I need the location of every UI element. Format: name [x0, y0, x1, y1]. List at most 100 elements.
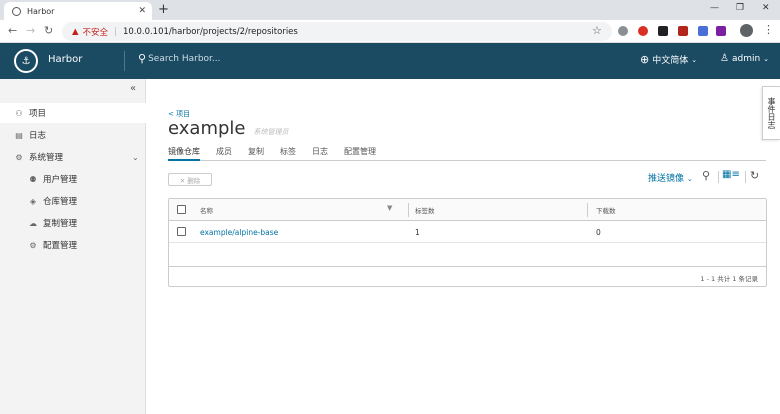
sidebar-item-label: 配置管理: [43, 241, 78, 251]
refresh-icon[interactable]: ↻: [750, 169, 759, 182]
sidebar-item-projects[interactable]: ⚇ 项目: [0, 103, 146, 123]
sidebar-item-label: 用户管理: [43, 175, 78, 185]
browser-tab-title: Harbor: [27, 6, 55, 16]
column-name-header[interactable]: 名称: [200, 205, 213, 215]
forward-icon[interactable]: →: [26, 24, 35, 37]
filter-icon[interactable]: ▼: [387, 204, 392, 212]
language-selector[interactable]: ⊕ 中文简体 ⌄: [640, 53, 697, 66]
globe-icon: ⊕: [640, 53, 650, 66]
project-name: example: [168, 118, 246, 139]
extension-dark-icon[interactable]: [658, 26, 668, 36]
sidebar: « ⚇ 项目 ▤ 日志 ⚙ 系统管理 ⌄ ⚉ 用户管理 ◈ 仓库管理 ☁ 复制管…: [0, 79, 146, 414]
tab-logs[interactable]: 日志: [312, 145, 328, 161]
sidebar-item-label: 日志: [29, 131, 47, 141]
browser-tab-bar: Harbor ✕ + — ❐ ✕: [0, 0, 780, 20]
table-row[interactable]: example/alpine-base 1 0: [169, 221, 766, 243]
pagination-summary: 1 - 1 共计 1 条记录: [700, 275, 758, 283]
new-tab-button[interactable]: +: [158, 2, 169, 18]
row-checkbox[interactable]: [177, 227, 186, 236]
repository-link[interactable]: example/alpine-base: [200, 228, 278, 237]
sidebar-item-config[interactable]: ⚙ 配置管理: [28, 235, 77, 255]
tab-labels[interactable]: 标签: [280, 145, 296, 161]
collapse-sidebar-icon[interactable]: «: [130, 83, 136, 94]
back-icon[interactable]: ←: [8, 24, 17, 37]
reload-icon[interactable]: ↻: [44, 24, 53, 37]
harbor-logo-icon[interactable]: ⚓: [14, 49, 38, 73]
maximize-button[interactable]: ❐: [736, 3, 744, 13]
tab-configuration[interactable]: 配置管理: [344, 145, 376, 161]
extension-purple-icon[interactable]: [716, 26, 726, 36]
page-title: example 系统管理员: [168, 118, 288, 139]
logs-icon: ▤: [15, 130, 23, 140]
brand-name[interactable]: Harbor: [48, 54, 82, 65]
chevron-down-icon: ⌄: [686, 175, 693, 183]
user-name: admin: [731, 53, 761, 64]
extension-blue-icon[interactable]: [698, 26, 708, 36]
tag-count: 1: [415, 228, 420, 237]
tab-replication[interactable]: 复制: [248, 145, 264, 161]
projects-icon: ⚇: [15, 108, 23, 118]
chevron-down-icon: ⌄: [763, 54, 770, 63]
sidebar-item-replication[interactable]: ☁ 复制管理: [28, 213, 77, 233]
column-divider: [408, 203, 409, 217]
registry-icon: ◈: [29, 196, 37, 206]
tab-close-icon[interactable]: ✕: [138, 6, 146, 16]
extension-pdf-icon[interactable]: [678, 26, 688, 36]
event-log-toggle[interactable]: 事件日志: [762, 86, 780, 140]
sidebar-item-users[interactable]: ⚉ 用户管理: [28, 169, 77, 189]
harbor-favicon-icon: [12, 6, 21, 16]
grid-view-icon[interactable]: ▦≡: [722, 169, 740, 180]
profile-avatar[interactable]: [740, 24, 753, 37]
extension-red-icon[interactable]: [638, 26, 648, 36]
project-tabs: 镜像仓库 成员 复制 标签 日志 配置管理: [168, 145, 766, 161]
search-icon[interactable]: ⚲: [702, 169, 710, 182]
sidebar-item-label: 复制管理: [43, 219, 78, 229]
role-badge: 系统管理员: [253, 128, 289, 136]
grid-footer: 1 - 1 共计 1 条记录: [169, 266, 766, 286]
bookmark-star-icon[interactable]: ☆: [592, 24, 602, 37]
chevron-down-icon: ⌄: [691, 55, 698, 64]
tab-members[interactable]: 成员: [216, 145, 232, 161]
users-icon: ⚉: [29, 174, 37, 184]
sidebar-item-admin[interactable]: ⚙ 系统管理 ⌄: [14, 147, 146, 167]
column-divider: [587, 203, 588, 217]
sidebar-item-label: 系统管理: [29, 153, 64, 163]
select-all-checkbox[interactable]: [177, 205, 186, 214]
repository-datagrid: 名称 ▼ 标签数 下载数 example/alpine-base 1 0 1 -…: [168, 198, 767, 287]
push-image-label: 推送镜像: [648, 174, 685, 184]
address-toolbar: ← → ↻ ▲ 不安全 | 10.0.0.101/harbor/projects…: [0, 20, 780, 43]
grid-header: 名称 ▼ 标签数 下载数: [169, 199, 766, 221]
push-image-button[interactable]: 推送镜像 ⌄: [648, 171, 693, 184]
header-divider: [124, 51, 125, 71]
replication-icon: ☁: [29, 218, 37, 228]
close-window-button[interactable]: ✕: [762, 3, 770, 13]
column-pulls-header[interactable]: 下载数: [596, 205, 616, 215]
delete-button[interactable]: ✕ 删除: [168, 173, 212, 186]
global-search[interactable]: ⚲ Search Harbor...: [138, 52, 221, 65]
main-content: < 项目 example 系统管理员 镜像仓库 成员 复制 标签 日志 配置管理…: [146, 79, 780, 414]
user-icon: ♙: [720, 53, 729, 64]
browser-menu-icon[interactable]: ⋮: [763, 23, 774, 36]
browser-tab[interactable]: Harbor ✕: [4, 2, 152, 20]
tab-repositories[interactable]: 镜像仓库: [168, 145, 200, 161]
toolbar-divider: [745, 171, 746, 183]
language-label: 中文简体: [652, 56, 689, 66]
search-placeholder: Search Harbor...: [148, 53, 221, 64]
url-text: 10.0.0.101/harbor/projects/2/repositorie…: [122, 26, 298, 37]
insecure-label: 不安全: [82, 27, 109, 38]
url-bar[interactable]: ▲ 不安全 | 10.0.0.101/harbor/projects/2/rep…: [62, 22, 612, 41]
toolbar-divider: [718, 171, 719, 183]
admin-icon: ⚙: [15, 152, 23, 162]
sidebar-item-label: 项目: [29, 109, 47, 119]
chevron-down-icon: ⌄: [132, 152, 139, 162]
warning-icon: ▲: [72, 26, 79, 37]
minimize-button[interactable]: —: [710, 3, 719, 13]
column-tags-header[interactable]: 标签数: [415, 205, 435, 215]
extension-cloud-icon[interactable]: [618, 26, 628, 36]
sidebar-item-label: 仓库管理: [43, 197, 78, 207]
config-icon: ⚙: [29, 240, 37, 250]
search-icon: ⚲: [138, 52, 147, 65]
sidebar-item-logs[interactable]: ▤ 日志: [14, 125, 46, 145]
user-menu[interactable]: ♙ admin ⌄: [720, 53, 769, 64]
sidebar-item-registries[interactable]: ◈ 仓库管理: [28, 191, 77, 211]
